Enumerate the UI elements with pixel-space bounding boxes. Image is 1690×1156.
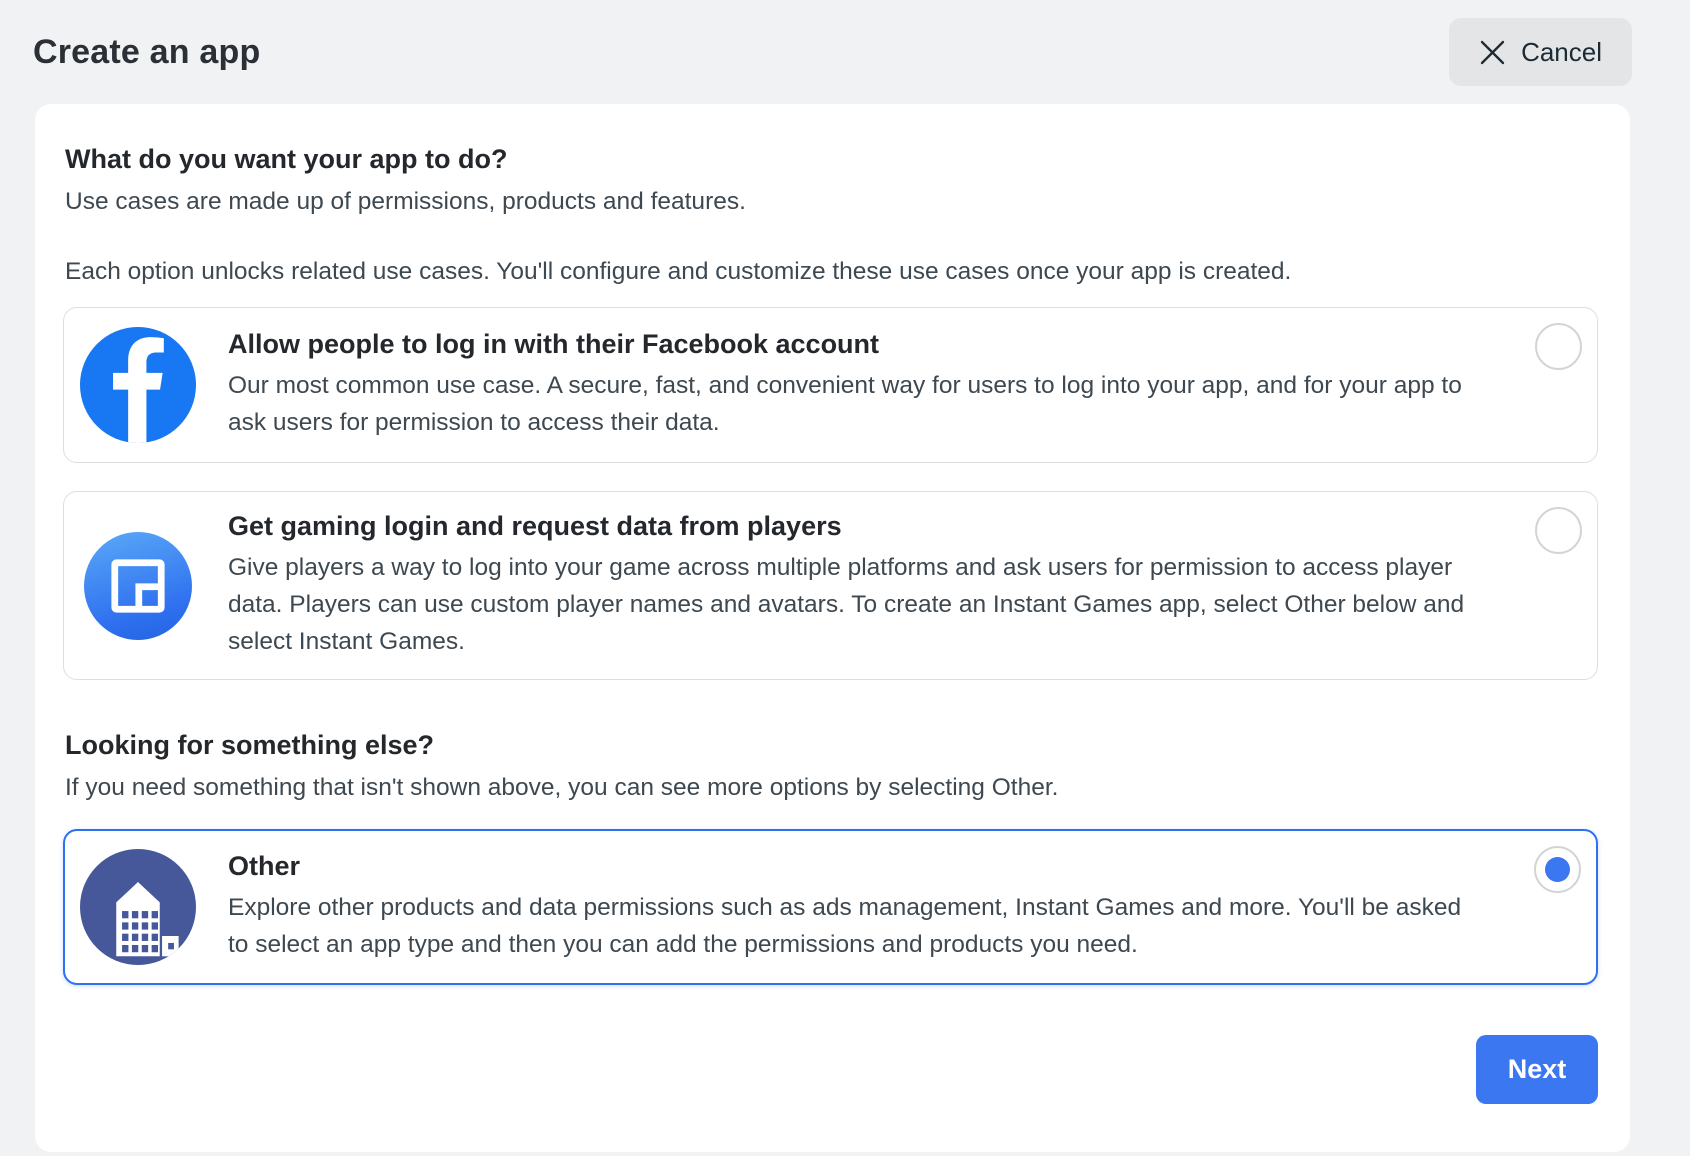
option-text: Other Explore other products and data pe… xyxy=(228,851,1467,963)
radio-other[interactable] xyxy=(1534,846,1581,893)
option-description: Explore other products and data permissi… xyxy=(228,894,1462,958)
close-icon xyxy=(1480,40,1505,64)
option-description: Our most common use case. A secure, fast… xyxy=(228,372,1462,436)
radio-facebook-login[interactable] xyxy=(1535,323,1582,370)
option-text: Allow people to log in with their Facebo… xyxy=(228,329,1467,441)
create-app-panel: What do you want your app to do? Use cas… xyxy=(35,104,1630,1152)
cancel-label: Cancel xyxy=(1521,36,1602,67)
radio-gaming-login[interactable] xyxy=(1535,507,1582,554)
page-title: Create an app xyxy=(33,32,261,71)
building-icon xyxy=(80,849,196,965)
option-card-gaming-login[interactable]: Get gaming login and request data from p… xyxy=(63,491,1598,680)
option-text: Get gaming login and request data from p… xyxy=(228,511,1467,660)
use-case-subheading: Use cases are made up of permissions, pr… xyxy=(65,188,746,215)
option-title: Get gaming login and request data from p… xyxy=(228,511,842,541)
option-description: Give players a way to log into your game… xyxy=(228,554,1465,655)
use-case-question-heading: What do you want your app to do? xyxy=(65,144,508,174)
something-else-description: If you need something that isn't shown a… xyxy=(65,774,1059,801)
header: Create an app Cancel xyxy=(0,0,1690,104)
use-case-description: Each option unlocks related use cases. Y… xyxy=(65,258,1292,285)
footer-actions: Next xyxy=(63,1035,1598,1104)
option-card-other[interactable]: Other Explore other products and data pe… xyxy=(63,829,1598,985)
option-title: Other xyxy=(228,851,301,881)
facebook-logo-icon xyxy=(80,327,196,443)
next-button[interactable]: Next xyxy=(1476,1035,1598,1104)
something-else-heading: Looking for something else? xyxy=(65,730,435,760)
option-title: Allow people to log in with their Facebo… xyxy=(228,329,880,359)
cancel-button[interactable]: Cancel xyxy=(1449,18,1632,86)
facebook-gaming-icon xyxy=(84,531,192,640)
option-card-facebook-login[interactable]: Allow people to log in with their Facebo… xyxy=(63,307,1598,463)
